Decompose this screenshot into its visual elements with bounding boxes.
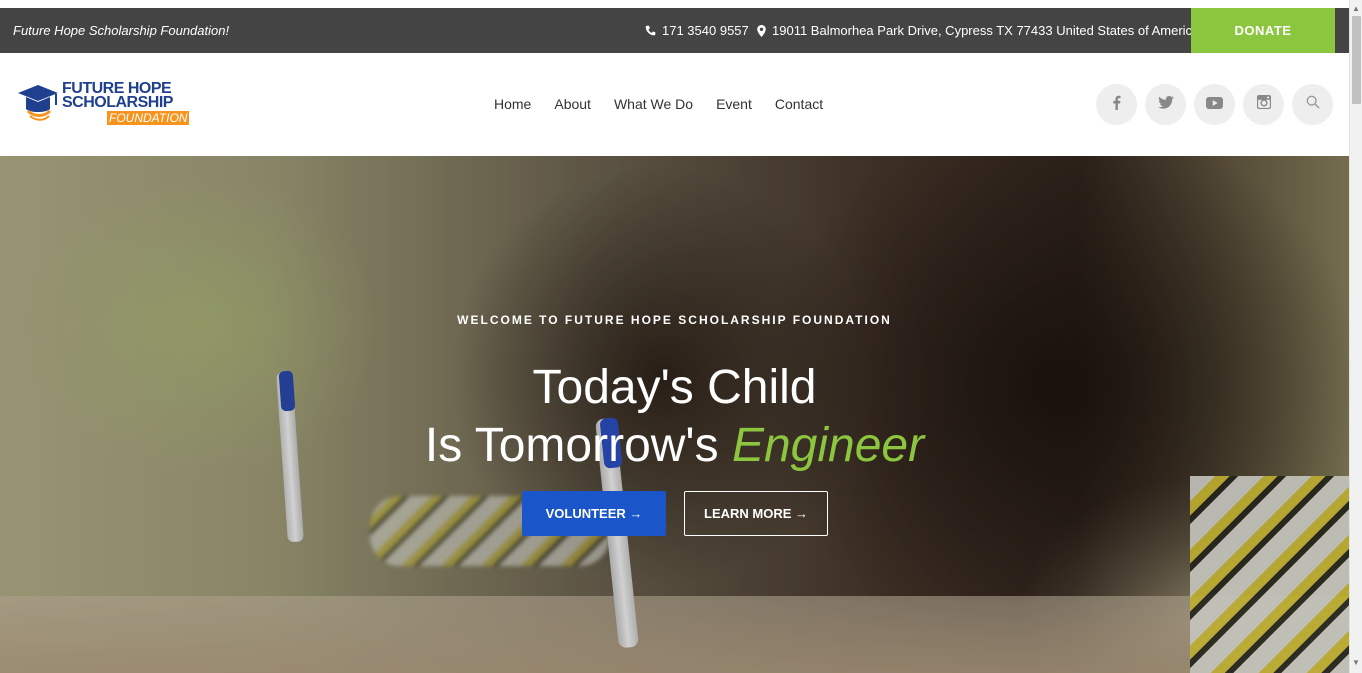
scroll-up-arrow-icon[interactable]: ▲ [1352,4,1360,13]
facebook-button[interactable] [1096,84,1137,125]
nav-item-home[interactable]: Home [494,96,531,112]
top-info-bar: Future Hope Scholarship Foundation! 171 … [0,8,1349,53]
map-marker-icon [757,24,766,37]
graduation-cap-logo-icon [16,83,60,130]
logo-text-line2: SCHOLARSHIP [62,94,173,111]
hero-headline-line1: Today's Child [532,361,817,414]
hero-welcome-text: WELCOME TO FUTURE HOPE SCHOLARSHIP FOUND… [457,313,892,327]
instagram-icon [1256,94,1271,114]
twitter-button[interactable] [1145,84,1186,125]
scroll-down-arrow-icon[interactable]: ▼ [1352,658,1360,667]
search-button[interactable] [1292,84,1333,125]
facebook-icon [1112,95,1121,115]
address-text: 19011 Balmorhea Park Drive, Cypress TX 7… [772,23,1203,38]
youtube-icon [1206,96,1223,114]
main-nav: Home About What We Do Event Contact [494,96,846,112]
phone-number: 171 3540 9557 [662,23,749,38]
tagline: Future Hope Scholarship Foundation! [13,23,230,38]
learn-more-button[interactable]: LEARN MORE → [684,491,828,536]
site-logo[interactable]: FUTURE HOPE SCHOLARSHIP FOUNDATION [16,81,190,130]
logo-text-line3: FOUNDATION [107,111,190,125]
twitter-icon [1157,95,1174,114]
donate-button[interactable]: DONATE [1191,8,1335,53]
nav-item-contact[interactable]: Contact [775,96,823,112]
social-links [1096,84,1333,125]
hero-headline-accent: Engineer [731,419,925,472]
address-info: 19011 Balmorhea Park Drive, Cypress TX 7… [757,23,1203,38]
nav-item-about[interactable]: About [554,96,591,112]
hero-banner: WELCOME TO FUTURE HOPE SCHOLARSHIP FOUND… [0,156,1349,673]
top-strip [0,0,1349,8]
scrollbar-thumb[interactable] [1352,16,1361,104]
search-icon [1306,95,1320,114]
volunteer-button[interactable]: VOLUNTEER → [522,491,666,536]
phone-info[interactable]: 171 3540 9557 [645,23,749,38]
hero-headline-line2: Is Tomorrow's Engineer [0,418,1349,474]
nav-item-event[interactable]: Event [716,96,752,112]
site-header: FUTURE HOPE SCHOLARSHIP FOUNDATION Home … [0,53,1349,156]
hero-headline-prefix: Is Tomorrow's [424,419,732,472]
page-scrollbar[interactable]: ▲ ▼ [1349,0,1362,673]
instagram-button[interactable] [1243,84,1284,125]
phone-icon [645,25,656,36]
page: Future Hope Scholarship Foundation! 171 … [0,0,1349,673]
nav-item-what-we-do[interactable]: What We Do [614,96,693,112]
youtube-button[interactable] [1194,84,1235,125]
